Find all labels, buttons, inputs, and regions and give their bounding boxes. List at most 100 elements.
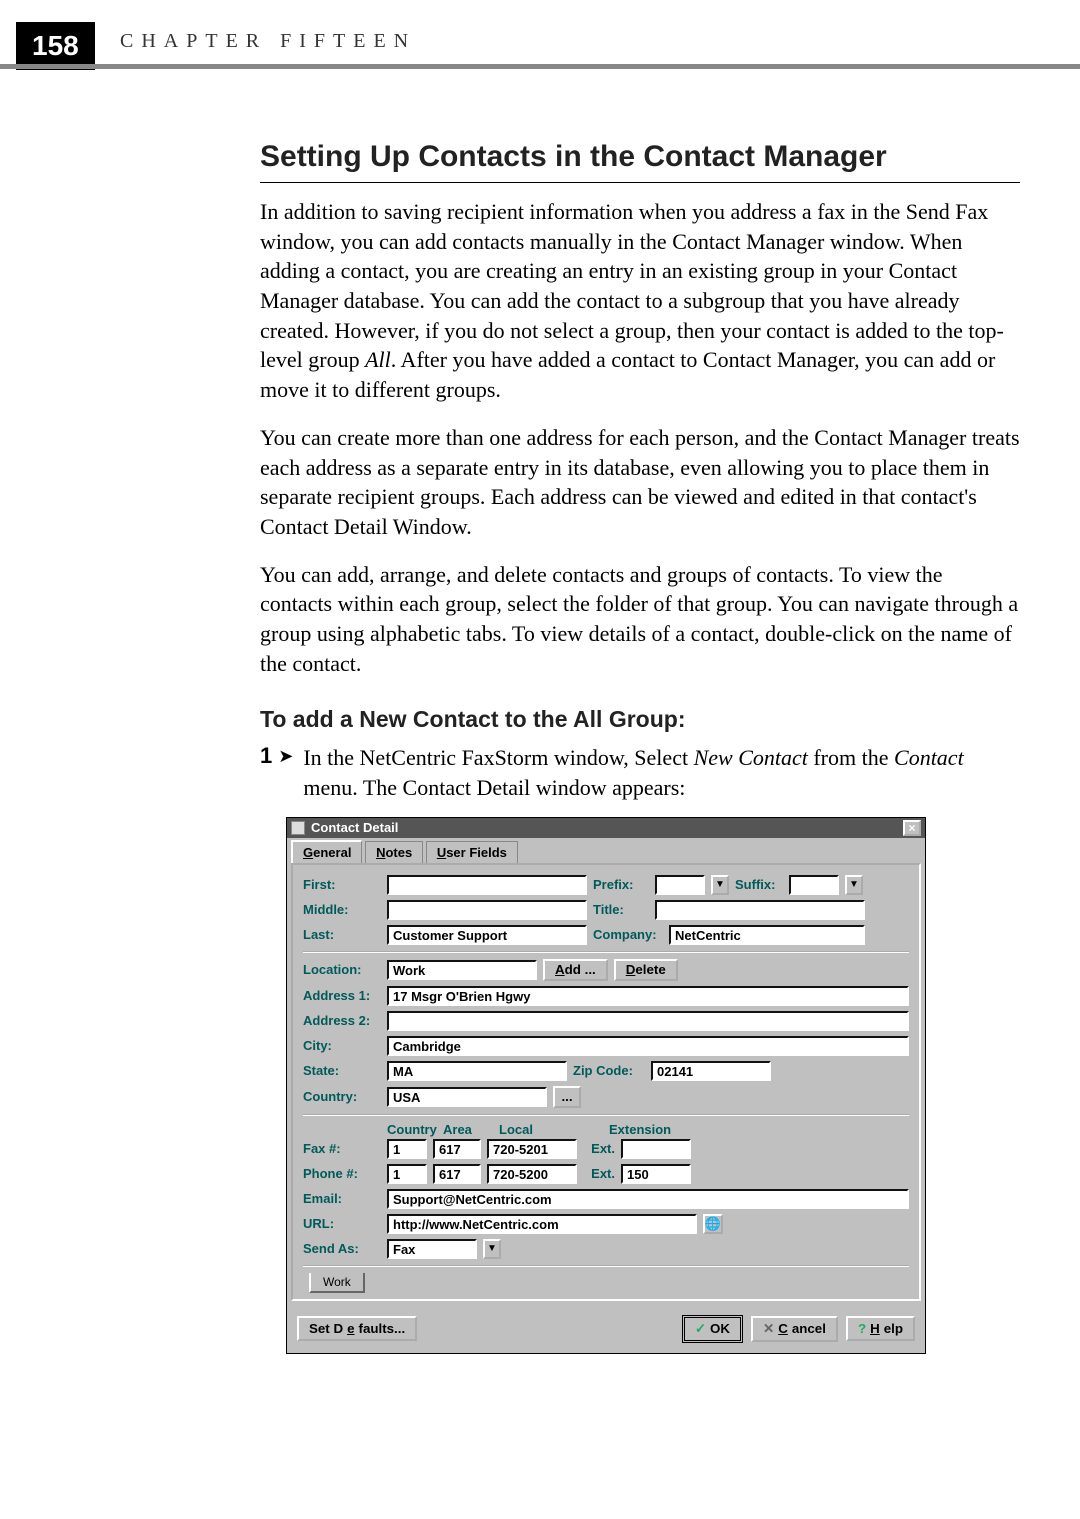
- subheading: To add a New Contact to the All Group:: [260, 706, 1020, 733]
- label-sendas: Send As:: [303, 1241, 381, 1256]
- prefix-field[interactable]: [655, 875, 705, 895]
- phone-area-field[interactable]: 617: [433, 1164, 481, 1184]
- label-last: Last:: [303, 927, 381, 942]
- step1-text-a: In the NetCentric FaxStorm window, Selec…: [303, 745, 693, 770]
- label-first: First:: [303, 877, 381, 892]
- tab-general-label: eneral: [313, 845, 351, 860]
- country-ellipsis-button[interactable]: ...: [553, 1086, 581, 1108]
- email-field[interactable]: Support@NetCentric.com: [387, 1189, 909, 1209]
- separator-1: [303, 951, 909, 953]
- section-title: Setting Up Contacts in the Contact Manag…: [260, 140, 1020, 174]
- paragraph-3: You can add, arrange, and delete contact…: [260, 560, 1020, 679]
- p1-em: All: [365, 347, 391, 372]
- page-number: 158: [16, 22, 95, 70]
- label-zip: Zip Code:: [573, 1063, 645, 1078]
- x-icon: ✕: [763, 1321, 774, 1337]
- browse-url-button[interactable]: 🌐: [703, 1214, 723, 1234]
- help-button[interactable]: ? Help: [846, 1316, 915, 1341]
- tab-notes[interactable]: Notes: [365, 841, 423, 863]
- label-city: City:: [303, 1038, 381, 1053]
- label-prefix: Prefix:: [593, 877, 649, 892]
- label-company: Company:: [593, 927, 663, 942]
- address2-field[interactable]: [387, 1011, 909, 1031]
- sendas-dropdown[interactable]: ▼: [483, 1239, 501, 1259]
- step1-em2: Contact: [894, 745, 964, 770]
- separator-2: [303, 1114, 909, 1116]
- country-field[interactable]: USA: [387, 1087, 547, 1107]
- col-extension: Extension: [609, 1122, 719, 1137]
- title-rule: [260, 182, 1020, 183]
- sendas-field[interactable]: Fax: [387, 1239, 477, 1259]
- col-country: Country: [387, 1122, 443, 1137]
- location-field[interactable]: Work: [387, 960, 537, 980]
- tab-userfields[interactable]: User Fields: [426, 841, 518, 863]
- label-email: Email:: [303, 1191, 381, 1206]
- address1-field[interactable]: 17 Msgr O'Brien Hgwy: [387, 986, 909, 1006]
- separator-3: [303, 1265, 909, 1267]
- company-field[interactable]: NetCentric: [669, 925, 865, 945]
- cancel-button[interactable]: ✕ Cancel: [751, 1316, 838, 1342]
- label-fax: Fax #:: [303, 1141, 381, 1156]
- city-field[interactable]: Cambridge: [387, 1036, 909, 1056]
- label-middle: Middle:: [303, 902, 381, 917]
- label-phone-ext: Ext.: [583, 1166, 615, 1181]
- location-tab-work[interactable]: Work: [309, 1273, 365, 1293]
- last-field[interactable]: Customer Support: [387, 925, 587, 945]
- label-address2: Address 2:: [303, 1013, 381, 1028]
- tab-userfields-label: ser Fields: [446, 845, 507, 860]
- fax-local-field[interactable]: 720-5201: [487, 1139, 577, 1159]
- dialog-title: Contact Detail: [311, 820, 398, 835]
- check-icon: ✓: [695, 1321, 706, 1337]
- phone-ext-field[interactable]: 150: [621, 1164, 691, 1184]
- label-state: State:: [303, 1063, 381, 1078]
- tab-notes-label: otes: [385, 845, 412, 860]
- fax-ext-field[interactable]: [621, 1139, 691, 1159]
- step1-text-b: from the: [808, 745, 894, 770]
- tab-general[interactable]: General: [291, 840, 362, 863]
- title-field[interactable]: [655, 900, 865, 920]
- middle-field[interactable]: [387, 900, 587, 920]
- zip-field[interactable]: 02141: [651, 1061, 771, 1081]
- label-country: Country:: [303, 1089, 381, 1104]
- paragraph-2: You can create more than one address for…: [260, 423, 1020, 542]
- label-url: URL:: [303, 1216, 381, 1231]
- fax-country-field[interactable]: 1: [387, 1139, 427, 1159]
- ok-button[interactable]: ✓OK: [682, 1315, 743, 1343]
- add-button[interactable]: Add ...: [543, 959, 608, 981]
- titlebar[interactable]: Contact Detail ×: [287, 818, 925, 838]
- label-suffix: Suffix:: [735, 877, 783, 892]
- button-bar: Set Defaults... ✓OK ✕ Cancel ? Help: [287, 1305, 925, 1353]
- fax-area-field[interactable]: 617: [433, 1139, 481, 1159]
- first-field[interactable]: [387, 875, 587, 895]
- delete-button[interactable]: Delete: [614, 959, 678, 981]
- label-fax-ext: Ext.: [583, 1141, 615, 1156]
- general-panel: First: Prefix: ▼ Suffix: ▼ Middle: Title…: [291, 863, 921, 1301]
- step1-em1: New Contact: [694, 745, 808, 770]
- prefix-dropdown[interactable]: ▼: [711, 875, 729, 895]
- add-button-label: dd ...: [565, 962, 596, 977]
- suffix-field[interactable]: [789, 875, 839, 895]
- step-number: 1: [260, 743, 272, 769]
- suffix-dropdown[interactable]: ▼: [845, 875, 863, 895]
- step-text: In the NetCentric FaxStorm window, Selec…: [303, 743, 1020, 802]
- label-title: Title:: [593, 902, 649, 917]
- set-defaults-button[interactable]: Set Defaults...: [297, 1316, 417, 1341]
- chapter-header: CHAPTER FIFTEEN: [120, 30, 416, 53]
- phone-column-headers: Country Area Local Extension: [387, 1122, 909, 1137]
- delete-button-label: elete: [635, 962, 665, 977]
- question-icon: ?: [858, 1321, 866, 1336]
- label-phone: Phone #:: [303, 1166, 381, 1181]
- globe-icon: 🌐: [705, 1216, 721, 1232]
- paragraph-1: In addition to saving recipient informat…: [260, 197, 1020, 405]
- header-rule: [0, 64, 1080, 69]
- label-location: Location:: [303, 962, 381, 977]
- state-field[interactable]: MA: [387, 1061, 567, 1081]
- close-button[interactable]: ×: [903, 820, 921, 836]
- app-icon: [291, 821, 305, 835]
- url-field[interactable]: http://www.NetCentric.com: [387, 1214, 697, 1234]
- step1-text-c: menu. The Contact Detail window appears:: [303, 775, 685, 800]
- col-local: Local: [499, 1122, 609, 1137]
- phone-local-field[interactable]: 720-5200: [487, 1164, 577, 1184]
- step-arrow-icon: ➤: [278, 746, 293, 767]
- phone-country-field[interactable]: 1: [387, 1164, 427, 1184]
